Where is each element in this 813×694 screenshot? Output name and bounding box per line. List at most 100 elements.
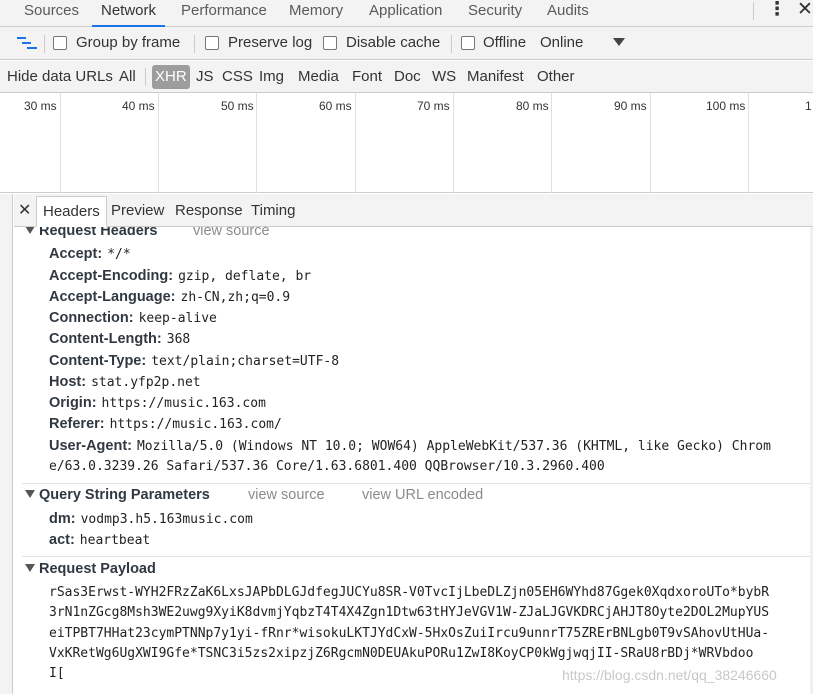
triangle-down-icon (25, 227, 35, 234)
request-detail-tabs: ✕ Headers Preview Response Timing (14, 194, 813, 227)
header-row: Connection: keep-alive (49, 310, 217, 326)
network-toolbar: Group by frame Preserve log Disable cach… (0, 27, 813, 60)
payload-line: 3rN1nZGcg8Msh3WE2uwg9XyiK8dvmjYqbzT4T4X4… (49, 605, 770, 620)
disable-cache-label: Disable cache (346, 34, 441, 51)
filter-other[interactable]: Other (537, 68, 575, 85)
close-devtools-icon[interactable]: ✕ (797, 0, 813, 21)
triangle-down-icon (25, 564, 35, 572)
header-name: Origin: (49, 395, 97, 411)
devtools-panel-tabs: Sources Network Performance Memory Appli… (0, 0, 813, 27)
param-row: act: heartbeat (49, 532, 150, 548)
param-name: act: (49, 532, 75, 548)
header-name: Content-Type: (49, 353, 147, 369)
filter-font[interactable]: Font (352, 68, 382, 85)
hide-data-urls-label[interactable]: Hide data URLs (7, 68, 113, 85)
filter-divider (145, 68, 146, 86)
group-by-frame-label: Group by frame (76, 34, 181, 51)
tab-security[interactable]: Security (468, 0, 522, 26)
header-row: Accept: */* (49, 246, 131, 262)
header-row: Host: stat.yfp2p.net (49, 374, 201, 390)
timeline-gridline (551, 93, 552, 193)
tab-preview[interactable]: Preview (111, 202, 164, 219)
view-source-link[interactable]: view source (193, 227, 270, 239)
param-row: dm: vodmp3.h5.163music.com (49, 511, 253, 527)
payload-line: rSas3Erwst-WYH2FRzZaK6LxsJAPbDLGJdfegJUC… (49, 585, 770, 600)
tab-timing[interactable]: Timing (251, 202, 295, 219)
filter-xhr[interactable]: XHR (152, 65, 190, 89)
close-detail-icon[interactable]: ✕ (18, 200, 31, 220)
timeline-gridline (60, 93, 61, 193)
filter-css[interactable]: CSS (222, 68, 253, 85)
header-name: Content-Length: (49, 331, 162, 347)
payload-line: eiTPBT7HHat23cymPTNNp7y1yi-fRnr*wisokuLK… (49, 626, 770, 641)
more-options-icon[interactable]: ⋮ (767, 0, 787, 25)
header-value: text/plain;charset=UTF-8 (151, 354, 340, 369)
payload-line: VxKRetWg6UgXWI9Gfe*TSNC3i5zs2xipzjZ6Rgcm… (49, 646, 754, 661)
timeline-gridline (158, 93, 159, 193)
header-row: Accept-Encoding: gzip, deflate, br (49, 268, 311, 284)
request-list-collapsed[interactable] (0, 194, 13, 694)
timeline-gridline (748, 93, 749, 193)
header-row: Content-Type: text/plain;charset=UTF-8 (49, 353, 339, 369)
preserve-log-checkbox[interactable] (205, 36, 219, 50)
tab-application[interactable]: Application (369, 0, 442, 26)
timeline-gridline (256, 93, 257, 193)
toolbar-divider (44, 35, 45, 53)
timeline-overview[interactable]: 30 ms 40 ms 50 ms 60 ms 70 ms 80 ms 90 m… (0, 93, 813, 193)
filter-all[interactable]: All (119, 68, 136, 85)
offline-checkbox[interactable] (461, 36, 475, 50)
preserve-log-label: Preserve log (228, 34, 313, 51)
tab-sources[interactable]: Sources (24, 0, 79, 26)
header-value: */* (107, 247, 131, 262)
section-title: Request Payload (39, 561, 156, 577)
tab-audits[interactable]: Audits (547, 0, 589, 26)
tab-response[interactable]: Response (175, 202, 243, 219)
section-divider (22, 556, 811, 557)
filter-doc[interactable]: Doc (394, 68, 421, 85)
offline-label: Offline (483, 34, 527, 51)
header-row: Accept-Language: zh-CN,zh;q=0.9 (49, 289, 290, 305)
header-name: Accept: (49, 246, 103, 262)
tab-network[interactable]: Network (91, 0, 166, 27)
header-value: Mozilla/5.0 (Windows NT 10.0; WOW64) App… (136, 439, 771, 454)
filter-ws[interactable]: WS (432, 68, 456, 85)
query-params-toggle[interactable]: Query String Parameters (25, 487, 210, 503)
group-by-frame-checkbox[interactable] (53, 36, 67, 50)
tab-headers[interactable]: Headers (36, 196, 107, 227)
filter-img[interactable]: Img (259, 68, 284, 85)
timeline-tick-label: 50 ms (221, 99, 254, 113)
chevron-down-icon[interactable] (613, 38, 625, 46)
view-source-link[interactable]: view source (248, 487, 325, 503)
filter-js[interactable]: JS (196, 68, 214, 85)
request-payload-toggle[interactable]: Request Payload (25, 561, 156, 577)
header-name: Referer: (49, 416, 105, 432)
filter-media[interactable]: Media (298, 68, 339, 85)
throttling-select[interactable]: Online (540, 34, 583, 51)
timeline-tick-label: 1 (805, 99, 812, 113)
tab-memory[interactable]: Memory (289, 0, 343, 26)
param-value: heartbeat (79, 533, 151, 548)
timeline-tick-label: 70 ms (417, 99, 450, 113)
filter-manifest[interactable]: Manifest (467, 68, 524, 85)
payload-line: I[ (49, 666, 65, 681)
param-name: dm: (49, 511, 76, 527)
header-row: Origin: https://music.163.com (49, 395, 266, 411)
request-headers-toggle[interactable]: Request Headers (25, 227, 157, 239)
user-agent-continuation: e/63.0.3239.26 Safari/537.36 Core/1.63.6… (49, 459, 605, 474)
disable-cache-checkbox[interactable] (323, 36, 337, 50)
toolbar-divider (753, 2, 754, 20)
timeline-tick-label: 100 ms (706, 99, 746, 113)
headers-panel: Request Headers view source Accept: */* A… (14, 227, 813, 694)
timeline-gridline (355, 93, 356, 193)
header-value: 368 (166, 332, 191, 347)
tab-performance[interactable]: Performance (181, 0, 267, 26)
section-title: Request Headers (39, 227, 158, 239)
waterfall-view-icon[interactable] (17, 36, 39, 52)
header-value: gzip, deflate, br (178, 269, 312, 284)
header-value: keep-alive (138, 311, 217, 326)
watermark-text: https://blog.csdn.net/qq_38246660 (562, 667, 777, 683)
section-title: Query String Parameters (39, 487, 210, 503)
header-value: zh-CN,zh;q=0.9 (180, 290, 291, 305)
header-row: Content-Length: 368 (49, 331, 190, 347)
view-url-encoded-link[interactable]: view URL encoded (362, 487, 483, 503)
